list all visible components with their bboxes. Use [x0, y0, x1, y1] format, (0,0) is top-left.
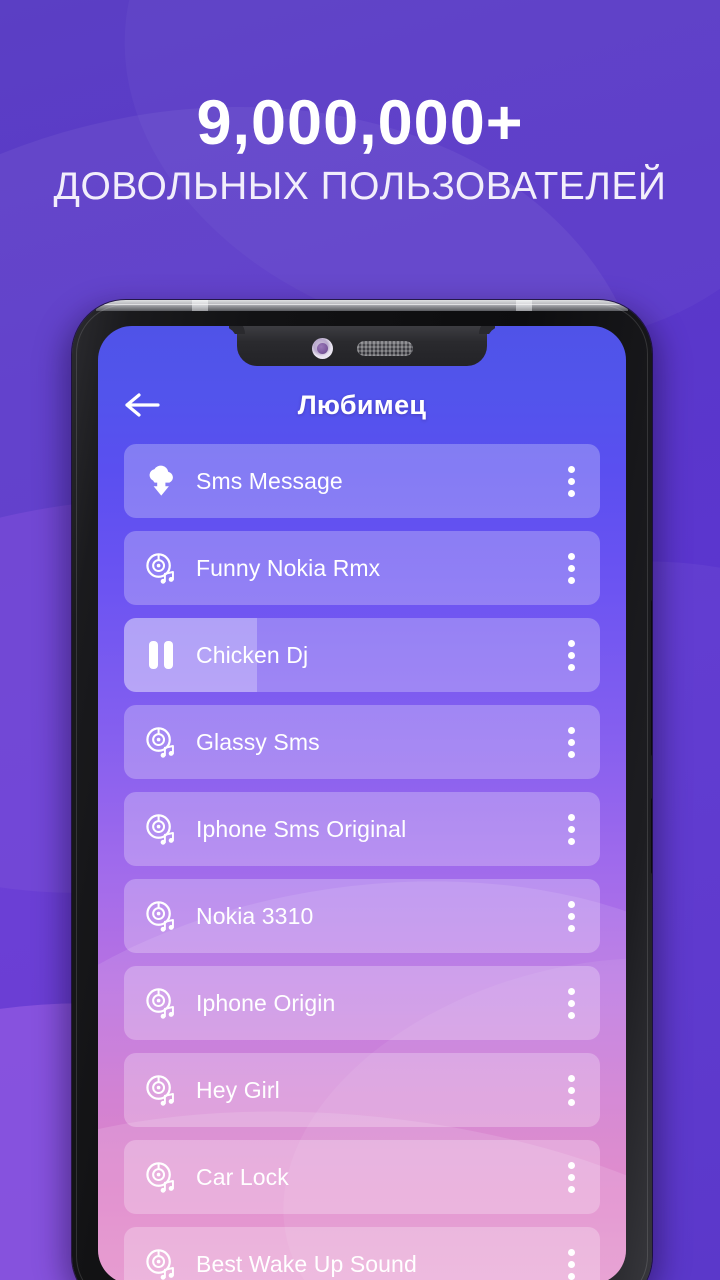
list-item-icon[interactable] — [144, 464, 178, 498]
user-count: 9,000,000+ — [196, 88, 524, 158]
phone-notch — [237, 326, 487, 366]
list-item[interactable]: Iphone Origin — [124, 966, 600, 1040]
list-item[interactable]: Chicken Dj — [124, 618, 600, 692]
back-button[interactable] — [114, 382, 170, 428]
app-header: Любимец — [98, 374, 626, 436]
phone-top-rail — [96, 300, 628, 311]
list-item-label: Glassy Sms — [196, 728, 320, 755]
list-item-label: Iphone Sms Original — [196, 815, 407, 842]
user-count-subtitle: ДОВОЛЬНЫХ ПОЛЬЗОВАТЕЛЕЙ — [53, 165, 667, 208]
pause-icon — [149, 641, 173, 669]
more-vertical-icon[interactable] — [556, 981, 586, 1025]
list-item-icon[interactable] — [144, 638, 178, 672]
list-item[interactable]: Nokia 3310 — [124, 879, 600, 953]
more-vertical-icon[interactable] — [556, 894, 586, 938]
list-item-label: Nokia 3310 — [196, 902, 314, 929]
earpiece-speaker-icon — [356, 340, 413, 356]
list-item-icon[interactable] — [144, 1247, 178, 1280]
more-vertical-icon[interactable] — [556, 546, 586, 590]
arrow-left-icon — [125, 393, 160, 417]
list-item-icon[interactable] — [144, 551, 178, 585]
phone-frame: Любимец Sms Message Funny Nokia Rmx Chic… — [72, 300, 652, 1280]
disc-music-icon — [145, 813, 174, 845]
disc-music-icon — [145, 900, 174, 932]
list-item-icon[interactable] — [144, 1160, 178, 1194]
list-item-icon[interactable] — [144, 1073, 178, 1107]
ringtone-list[interactable]: Sms Message Funny Nokia Rmx Chicken Dj G… — [98, 444, 626, 1280]
phone-screen: Любимец Sms Message Funny Nokia Rmx Chic… — [98, 326, 626, 1280]
volume-rocker-button[interactable] — [651, 600, 652, 756]
front-camera-icon — [311, 337, 333, 359]
list-item[interactable]: Hey Girl — [124, 1053, 600, 1127]
more-vertical-icon[interactable] — [556, 807, 586, 851]
promo-screenshot: 9,000,000+ ДОВОЛЬНЫХ ПОЛЬЗОВАТЕЛЕЙ Любим… — [0, 0, 720, 1280]
list-item[interactable]: Sms Message — [124, 444, 600, 518]
list-item-label: Chicken Dj — [196, 641, 309, 668]
promo-headline: 9,000,000+ ДОВОЛЬНЫХ ПОЛЬЗОВАТЕЛЕЙ — [0, 88, 720, 208]
list-item-label: Hey Girl — [196, 1076, 280, 1103]
list-item[interactable]: Glassy Sms — [124, 705, 600, 779]
more-vertical-icon[interactable] — [556, 633, 586, 677]
disc-music-icon — [145, 726, 174, 758]
more-vertical-icon[interactable] — [556, 1068, 586, 1112]
list-item[interactable]: Funny Nokia Rmx — [124, 531, 600, 605]
antenna-band-left — [192, 300, 208, 311]
antenna-band-right — [516, 300, 532, 311]
camera-lens — [316, 342, 328, 354]
disc-music-icon — [145, 1161, 174, 1193]
list-item-label: Funny Nokia Rmx — [196, 554, 381, 581]
phone-mockup: Любимец Sms Message Funny Nokia Rmx Chic… — [62, 300, 662, 1280]
list-item-icon[interactable] — [144, 725, 178, 759]
page-title: Любимец — [297, 389, 427, 420]
list-item-icon[interactable] — [144, 899, 178, 933]
power-button[interactable] — [651, 798, 652, 874]
list-item-label: Iphone Origin — [196, 989, 336, 1016]
list-item[interactable]: Best Wake Up Sound — [124, 1227, 600, 1280]
list-item-icon[interactable] — [144, 986, 178, 1020]
list-item[interactable]: Iphone Sms Original — [124, 792, 600, 866]
list-item-label: Sms Message — [196, 467, 343, 494]
more-vertical-icon[interactable] — [556, 720, 586, 764]
disc-music-icon — [145, 1074, 174, 1106]
list-item-icon[interactable] — [144, 812, 178, 846]
disc-music-icon — [145, 552, 174, 584]
list-item-label: Car Lock — [196, 1163, 289, 1190]
more-vertical-icon[interactable] — [556, 1155, 586, 1199]
more-vertical-icon[interactable] — [556, 459, 586, 503]
disc-music-icon — [145, 1248, 174, 1280]
disc-music-icon — [145, 987, 174, 1019]
list-item[interactable]: Car Lock — [124, 1140, 600, 1214]
list-item-label: Best Wake Up Sound — [196, 1250, 417, 1277]
more-vertical-icon[interactable] — [556, 1242, 586, 1280]
cloud-download-icon — [149, 465, 173, 496]
